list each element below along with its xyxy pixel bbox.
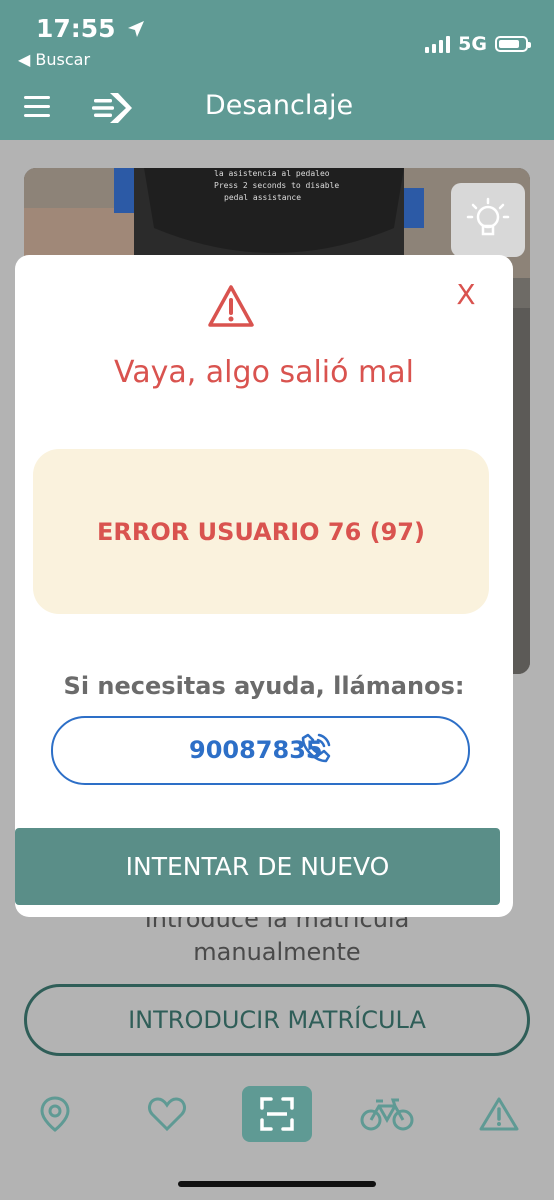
photo-text-2: Press 2 seconds to disable xyxy=(214,181,339,190)
lightbulb-icon xyxy=(466,197,510,236)
flashlight-button[interactable] xyxy=(451,183,525,257)
phone-icon xyxy=(301,733,331,763)
scan-icon xyxy=(260,1097,294,1131)
dialog-title: Vaya, algo salió mal xyxy=(114,355,414,390)
time-label: 17:55 xyxy=(36,14,116,43)
home-indicator xyxy=(178,1181,376,1187)
help-prompt: Si necesitas ayuda, llámanos: xyxy=(63,672,465,700)
battery-icon xyxy=(495,36,531,52)
map-pin-icon xyxy=(40,1096,70,1132)
tab-report[interactable] xyxy=(464,1086,534,1142)
close-dialog-button[interactable]: X xyxy=(448,275,484,315)
photo-text-3: pedal assistance xyxy=(224,193,301,202)
tab-bikes[interactable] xyxy=(352,1086,422,1142)
retry-button[interactable]: INTENTAR DE NUEVO xyxy=(15,828,500,905)
photo-text-1: la asistencia al pedaleo xyxy=(214,169,330,178)
app-header: Desanclaje xyxy=(0,76,554,140)
back-to-search-link[interactable]: ◀ Buscar xyxy=(18,50,90,69)
warning-icon xyxy=(479,1097,519,1131)
status-time: 17:55 xyxy=(36,14,146,43)
enter-plate-button[interactable]: INTRODUCIR MATRÍCULA xyxy=(24,984,530,1056)
tab-scan[interactable] xyxy=(242,1086,312,1142)
page-title: Desanclaje xyxy=(204,90,354,121)
status-indicators: 5G xyxy=(425,33,531,55)
tab-favorites[interactable] xyxy=(132,1086,202,1142)
error-message: ERROR USUARIO 76 (97) xyxy=(97,517,425,546)
status-bar: 17:55 ◀ Buscar 5G xyxy=(0,0,554,76)
network-label: 5G xyxy=(458,33,487,55)
heart-icon xyxy=(148,1097,186,1132)
signal-icon xyxy=(425,35,451,53)
error-warning-icon xyxy=(208,285,254,327)
call-support-button[interactable]: 90087835 xyxy=(51,716,470,785)
location-arrow-icon xyxy=(128,21,145,37)
tab-map[interactable] xyxy=(20,1086,90,1142)
manual-prompt-line2: manualmente xyxy=(193,938,361,966)
error-message-box: ERROR USUARIO 76 (97) xyxy=(33,449,489,614)
bicycle-icon xyxy=(360,1098,414,1131)
